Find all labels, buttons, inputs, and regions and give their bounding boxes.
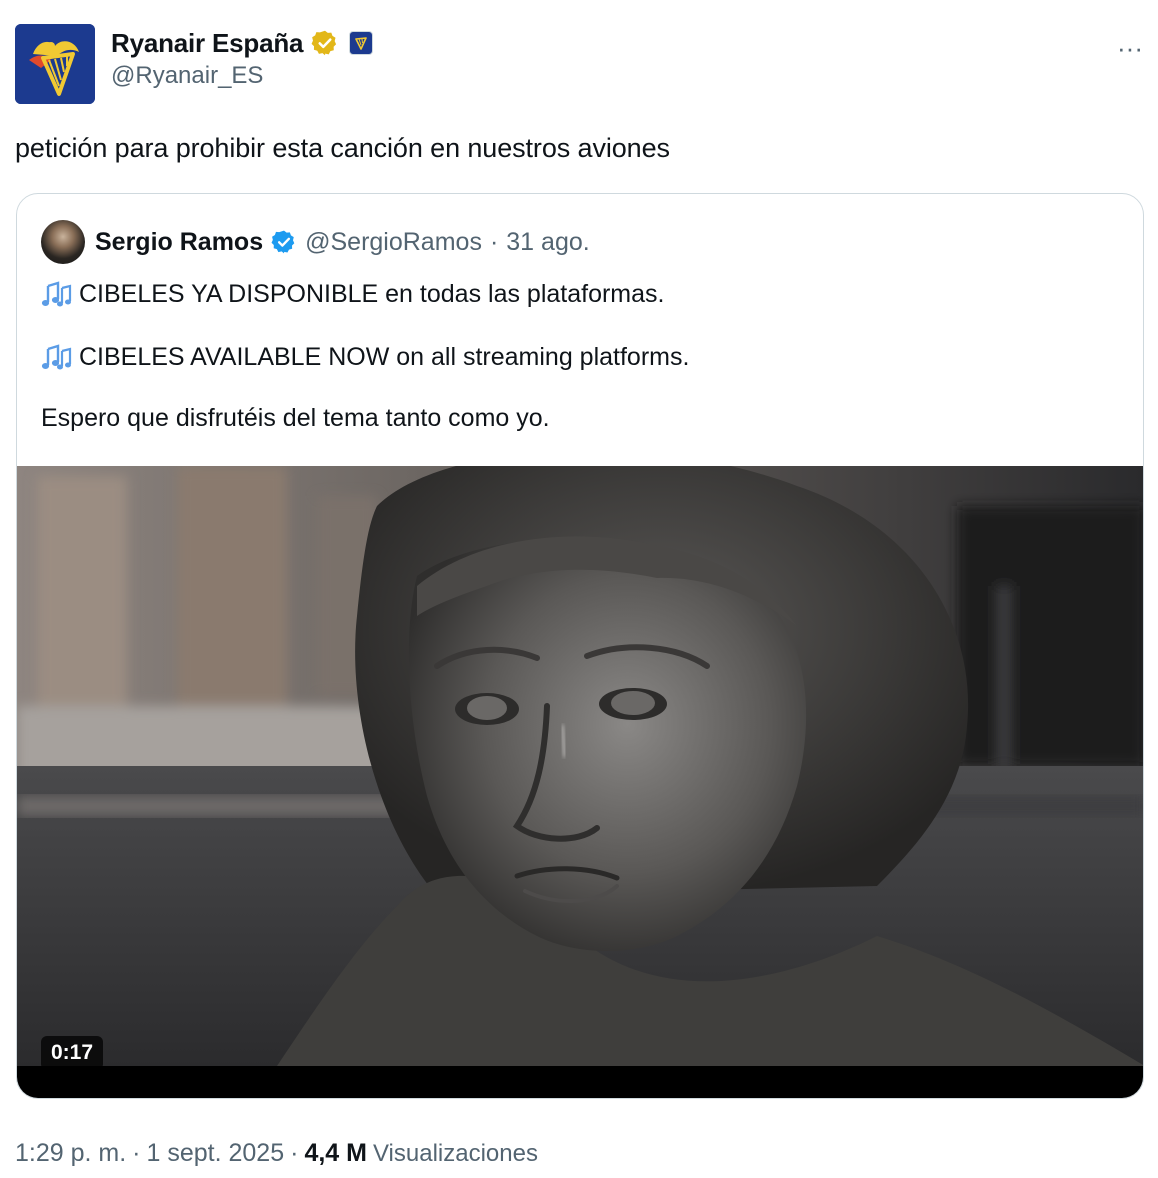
separator-dot: · [489,227,499,256]
musical-notes-icon [41,279,73,309]
musical-notes-icon [41,342,73,372]
author-handle[interactable]: @Ryanair_ES [111,62,263,90]
author-display-name[interactable]: Ryanair España [111,28,303,59]
quoted-line-2-text: CIBELES AVAILABLE NOW on all streaming p… [79,343,690,371]
quoted-line-1: CIBELES YA DISPONIBLE en todas las plata… [41,278,664,310]
ryanair-harp-logo [15,24,95,104]
quoted-handle[interactable]: @SergioRamos [305,228,482,257]
post-time[interactable]: 1:29 p. m. [15,1134,126,1172]
verified-blue-badge-icon[interactable] [271,229,297,255]
verified-gold-badge-icon[interactable] [311,29,339,57]
views-label[interactable]: Visualizaciones [373,1135,538,1173]
more-options-glyph: ··· [1117,32,1143,63]
quoted-avatar[interactable] [41,220,85,264]
footer-separator: · [132,1139,141,1167]
views-count[interactable]: 4,4 M [304,1134,367,1172]
author-name-row: Ryanair España [111,26,374,60]
footer-separator: · [290,1139,299,1167]
video-player[interactable]: 0:17 [17,466,1143,1098]
quoted-line-2: CIBELES AVAILABLE NOW on all streaming p… [41,341,689,373]
tweet-text: petición para prohibir esta canción en n… [15,133,670,163]
quoted-tweet-header: Sergio Ramos @SergioRamos · 31 ago. [41,220,590,264]
post-date[interactable]: 1 sept. 2025 [147,1134,285,1172]
quoted-display-name[interactable]: Sergio Ramos [95,228,263,257]
affiliate-badge-icon[interactable] [349,31,374,55]
more-options-icon[interactable]: ··· [1112,30,1148,66]
quoted-date[interactable]: 31 ago. [506,228,589,257]
tweet-footer: 1:29 p. m. · 1 sept. 2025 · 4,4 M Visual… [15,1134,538,1173]
video-thumbnail [17,466,1143,1066]
quoted-tweet-card[interactable]: Sergio Ramos @SergioRamos · 31 ago. CIBE… [16,193,1144,1099]
quoted-line-1-text: CIBELES YA DISPONIBLE en todas las plata… [79,280,665,308]
video-duration-badge: 0:17 [41,1036,104,1070]
quoted-line-3: Espero que disfrutéis del tema tanto com… [41,402,550,434]
quoted-line-3-text: Espero que disfrutéis del tema tanto com… [41,404,550,432]
avatar[interactable] [15,24,95,104]
